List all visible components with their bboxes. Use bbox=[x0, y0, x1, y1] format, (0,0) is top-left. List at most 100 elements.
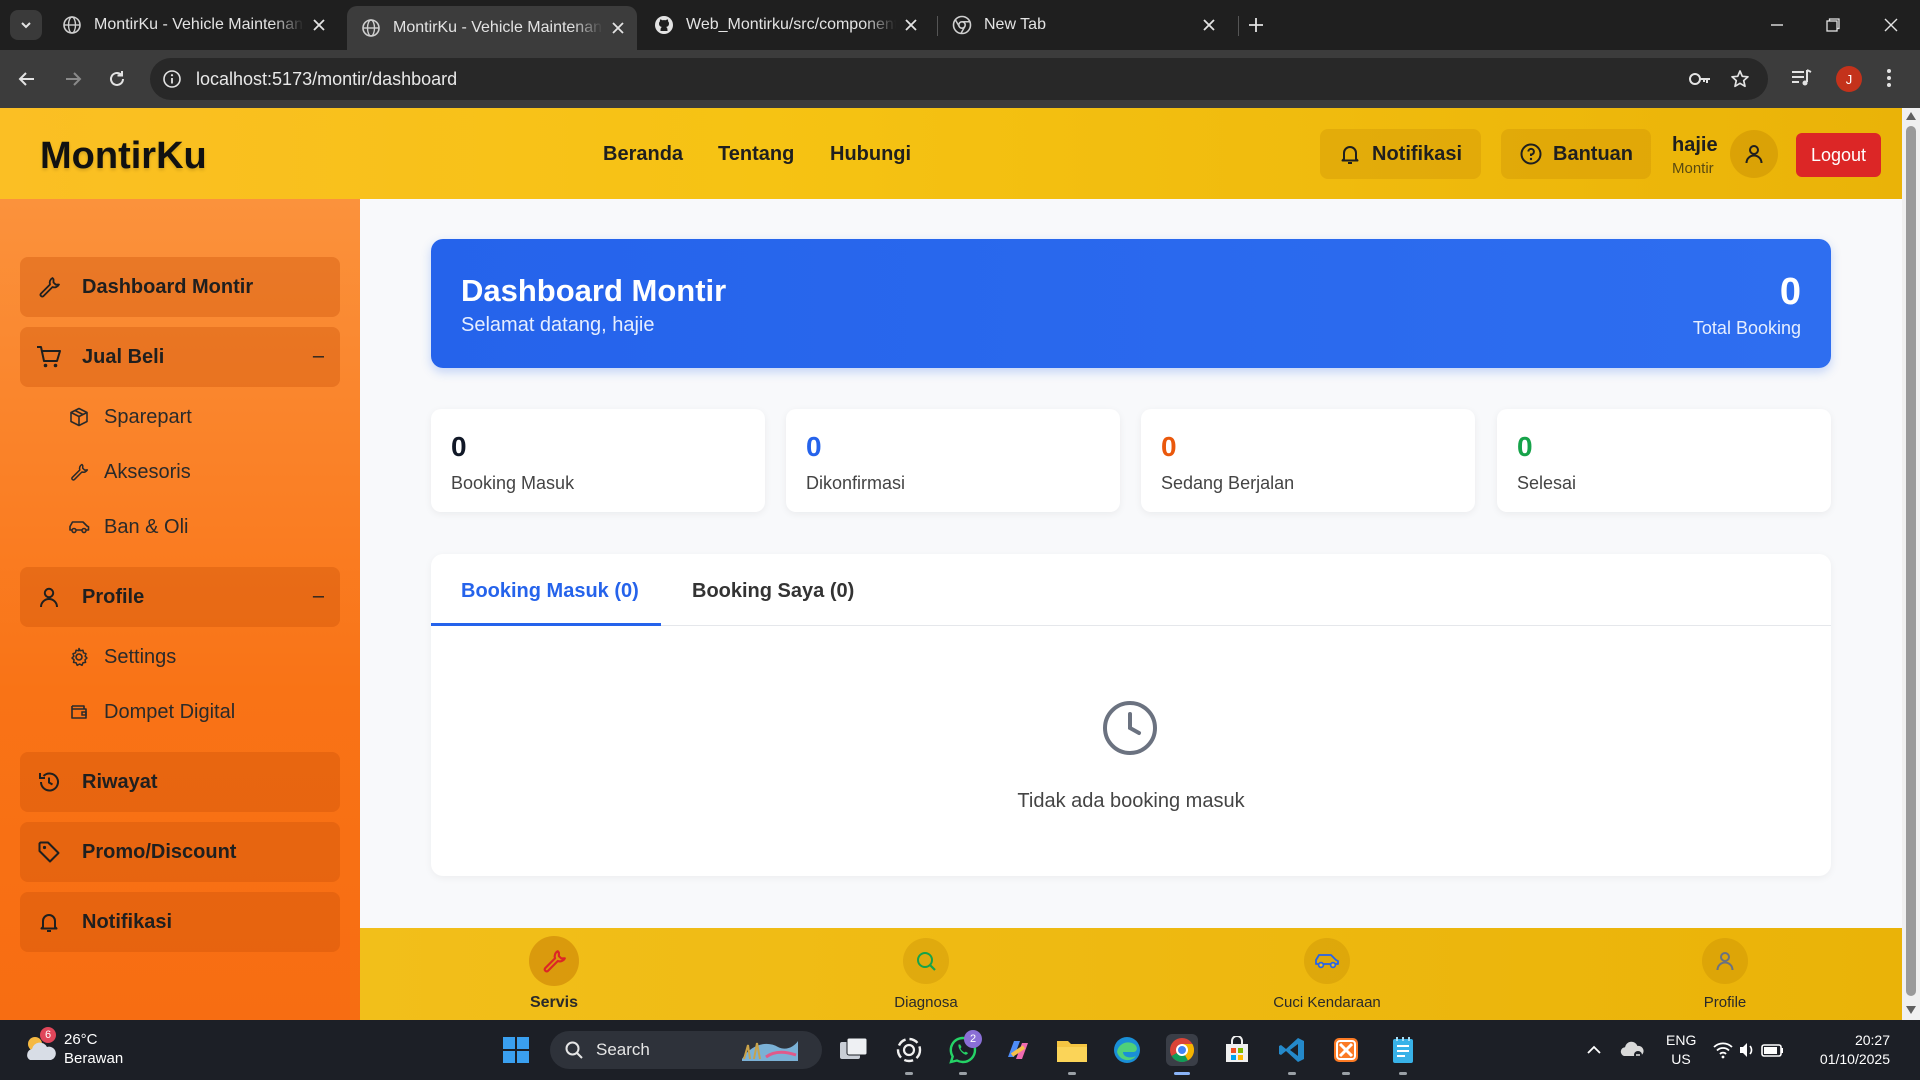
bottom-nav-cuci-kendaraan[interactable]: Cuci Kendaraan bbox=[1267, 938, 1387, 1011]
start-button[interactable] bbox=[500, 1034, 532, 1066]
sidebar-item-jual-beli[interactable]: Jual Beli – bbox=[20, 327, 340, 387]
sidebar-subitem-sparepart[interactable]: Sparepart bbox=[68, 402, 192, 432]
back-button[interactable] bbox=[14, 66, 40, 92]
file-explorer-app[interactable] bbox=[1056, 1034, 1088, 1066]
chrome-app-active[interactable] bbox=[1166, 1034, 1198, 1066]
new-tab-button[interactable] bbox=[1244, 13, 1268, 37]
copilot-icon bbox=[1008, 1041, 1028, 1059]
car-icon bbox=[68, 518, 90, 536]
tab-booking-masuk[interactable]: Booking Masuk (0) bbox=[461, 580, 639, 603]
page-scrollbar[interactable] bbox=[1902, 108, 1920, 1020]
sidebar-item-profile[interactable]: Profile – bbox=[20, 567, 340, 627]
tag-icon bbox=[36, 840, 62, 864]
close-tab-icon[interactable] bbox=[902, 16, 920, 34]
user-avatar[interactable] bbox=[1730, 130, 1778, 178]
media-queue-icon[interactable] bbox=[1790, 67, 1814, 89]
close-tab-icon[interactable] bbox=[609, 19, 627, 37]
welcome-title: Dashboard Montir bbox=[461, 273, 727, 308]
nav-link-tentang[interactable]: Tentang bbox=[718, 143, 794, 166]
browser-toolbar: localhost:5173/montir/dashboard J bbox=[0, 50, 1920, 108]
bell-icon bbox=[36, 910, 62, 934]
sidebar-subitem-dompet-digital[interactable]: Dompet Digital bbox=[68, 697, 235, 727]
scrollbar-thumb[interactable] bbox=[1906, 126, 1916, 996]
chevron-up-icon bbox=[1587, 1045, 1601, 1054]
arrow-left-icon bbox=[18, 72, 34, 86]
search-highlight-icon bbox=[742, 1041, 798, 1061]
stat-value: 0 bbox=[1517, 431, 1533, 462]
language-indicator[interactable]: ENG US bbox=[1666, 1031, 1696, 1069]
package-icon bbox=[68, 407, 90, 427]
bottom-nav-diagnosa[interactable]: Diagnosa bbox=[866, 938, 986, 1011]
stat-label: Dikonfirmasi bbox=[806, 473, 906, 493]
tab-search-button[interactable] bbox=[10, 10, 42, 40]
browser-tab-2-active[interactable]: MontirKu - Vehicle Maintenance bbox=[347, 6, 637, 50]
microsoft-store-app[interactable] bbox=[1221, 1034, 1253, 1066]
restore-button[interactable] bbox=[1822, 14, 1844, 36]
tab-booking-saya[interactable]: Booking Saya (0) bbox=[692, 580, 854, 603]
collapse-toggle[interactable]: – bbox=[313, 345, 324, 368]
edge-app[interactable] bbox=[1111, 1034, 1143, 1066]
brand-logo[interactable]: MontirKu bbox=[40, 135, 207, 178]
sidebar-subitem-ban-oli[interactable]: Ban & Oli bbox=[68, 512, 188, 542]
scroll-down-arrow[interactable] bbox=[1906, 1006, 1916, 1014]
address-bar[interactable]: localhost:5173/montir/dashboard bbox=[150, 58, 1768, 100]
browser-tab-1[interactable]: MontirKu - Vehicle Maintenance bbox=[48, 7, 338, 43]
tray-overflow-button[interactable] bbox=[1578, 1034, 1610, 1066]
task-view-button[interactable] bbox=[838, 1034, 870, 1066]
more-menu-icon[interactable] bbox=[1886, 67, 1892, 89]
onedrive-tray[interactable] bbox=[1616, 1034, 1648, 1066]
forward-button[interactable] bbox=[60, 66, 86, 92]
scroll-up-arrow[interactable] bbox=[1906, 112, 1916, 120]
bottom-nav-profile[interactable]: Profile bbox=[1665, 938, 1785, 1011]
minimize-button[interactable] bbox=[1766, 14, 1788, 36]
notepad-icon bbox=[1393, 1037, 1413, 1063]
globe-icon bbox=[63, 16, 81, 34]
temperature: 26°C bbox=[64, 1031, 98, 1048]
sidebar-subitem-aksesoris[interactable]: Aksesoris bbox=[68, 457, 191, 487]
taskbar-search[interactable]: Search bbox=[550, 1031, 822, 1069]
copilot-app[interactable] bbox=[1002, 1034, 1034, 1066]
nav-link-hubungi[interactable]: Hubungi bbox=[830, 143, 911, 166]
notepad-app[interactable] bbox=[1387, 1034, 1419, 1066]
vscode-app[interactable] bbox=[1276, 1034, 1308, 1066]
browser-tab-4[interactable]: New Tab bbox=[938, 7, 1228, 43]
key-icon[interactable] bbox=[1688, 69, 1712, 89]
help-circle-icon bbox=[1520, 143, 1542, 165]
nav-link-beranda[interactable]: Beranda bbox=[603, 143, 683, 166]
close-tab-icon[interactable] bbox=[1200, 16, 1218, 34]
collapse-toggle[interactable]: – bbox=[313, 585, 324, 608]
help-button[interactable]: Bantuan bbox=[1501, 129, 1651, 179]
sidebar-subitem-settings[interactable]: Settings bbox=[68, 642, 176, 672]
tab-title: MontirKu - Vehicle Maintenance bbox=[393, 19, 603, 36]
sidebar-item-riwayat[interactable]: Riwayat bbox=[20, 752, 340, 812]
date: 01/10/2025 bbox=[1819, 1051, 1890, 1067]
sidebar-item-promo[interactable]: Promo/Discount bbox=[20, 822, 340, 882]
globe-icon bbox=[362, 19, 380, 37]
windows-logo-icon bbox=[503, 1037, 529, 1063]
reload-button[interactable] bbox=[104, 66, 130, 92]
xampp-app[interactable] bbox=[1330, 1034, 1362, 1066]
stat-card-selesai: 0 Selesai bbox=[1497, 409, 1831, 512]
sidebar-subitem-label: Sparepart bbox=[104, 405, 192, 428]
stat-label: Sedang Berjalan bbox=[1161, 473, 1295, 493]
bookmark-star-icon[interactable] bbox=[1730, 69, 1750, 89]
weather-badge: 6 bbox=[40, 1027, 56, 1043]
notification-button[interactable]: Notifikasi bbox=[1320, 129, 1481, 179]
network-volume-battery-tray[interactable] bbox=[1712, 1034, 1786, 1066]
close-window-button[interactable] bbox=[1880, 14, 1902, 36]
weather-widget[interactable]: 26°C Berawan bbox=[22, 1030, 123, 1068]
chatgpt-app[interactable] bbox=[893, 1034, 925, 1066]
sidebar-item-notifikasi[interactable]: Notifikasi bbox=[20, 892, 340, 952]
logout-button[interactable]: Logout bbox=[1796, 133, 1881, 177]
stat-value: 0 bbox=[451, 431, 467, 462]
browser-profile-avatar[interactable]: J bbox=[1836, 66, 1862, 92]
close-tab-icon[interactable] bbox=[310, 16, 328, 34]
bottom-nav-servis[interactable]: Servis bbox=[494, 936, 614, 1012]
total-booking-value: 0 bbox=[1779, 271, 1801, 313]
site-info-icon[interactable] bbox=[162, 69, 182, 89]
wallet-icon bbox=[68, 702, 90, 722]
clock[interactable]: 20:27 01/10/2025 bbox=[1810, 1031, 1890, 1069]
browser-tab-3[interactable]: Web_Montirku/src/components bbox=[640, 7, 930, 43]
sidebar-item-dashboard[interactable]: Dashboard Montir bbox=[20, 257, 340, 317]
bottom-nav-label: Diagnosa bbox=[894, 994, 958, 1011]
